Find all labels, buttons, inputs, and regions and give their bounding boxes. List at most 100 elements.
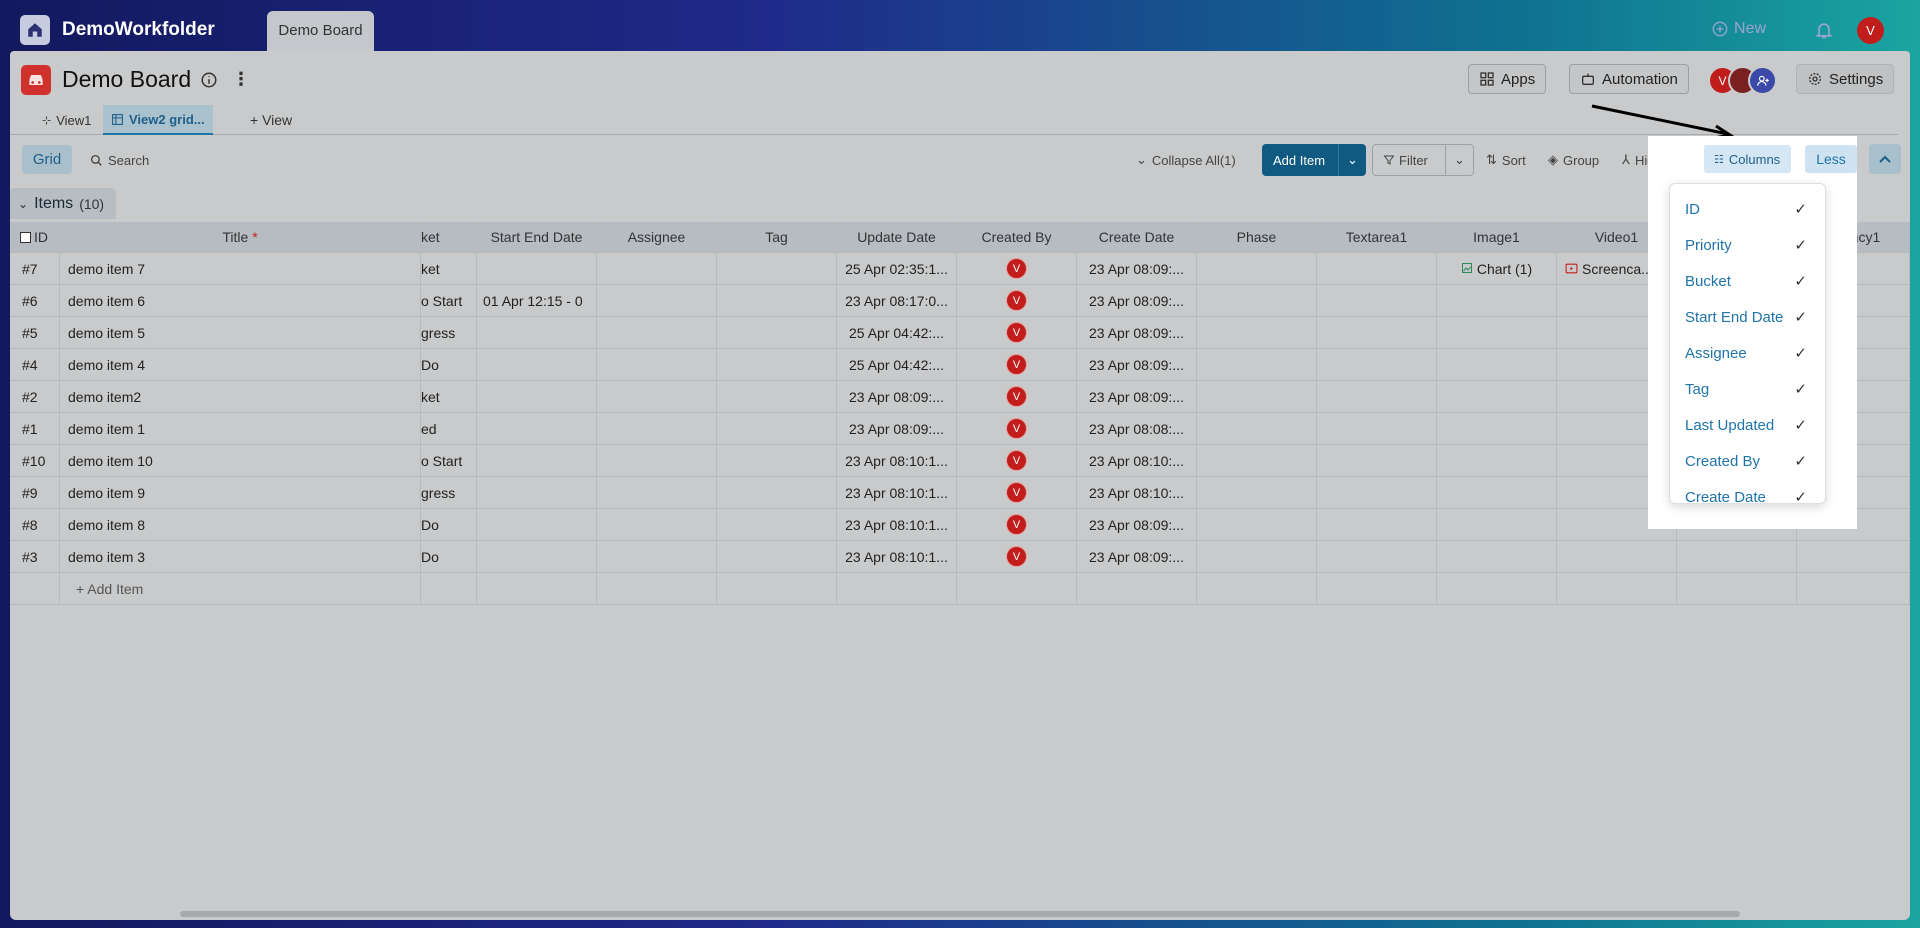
cell-image[interactable] xyxy=(1437,413,1557,444)
cell-by[interactable]: V xyxy=(957,477,1077,508)
column-toggle-item[interactable]: Last Updated ✓ xyxy=(1670,407,1825,443)
table-row[interactable]: #5 demo item 5 gress 25 Apr 04:42:... V 23 Ap… xyxy=(10,317,1910,349)
cell-by[interactable]: V xyxy=(957,541,1077,572)
cell-bucket[interactable]: Do xyxy=(421,509,477,540)
cell-tag[interactable] xyxy=(717,541,837,572)
add-member-icon[interactable] xyxy=(1748,66,1777,95)
cell-textarea[interactable] xyxy=(1317,381,1437,412)
cell-id[interactable]: #6 xyxy=(10,285,60,316)
cell-create[interactable]: 23 Apr 08:09:... xyxy=(1077,381,1197,412)
cell-assignee[interactable] xyxy=(597,253,717,284)
filter-button[interactable]: Filter ⌄ xyxy=(1372,144,1474,176)
cell-textarea[interactable] xyxy=(1317,349,1437,380)
creator-avatar[interactable]: V xyxy=(1006,418,1027,439)
creator-avatar[interactable]: V xyxy=(1006,354,1027,375)
header-create-date[interactable]: Create Date xyxy=(1077,222,1197,252)
cell-tag[interactable] xyxy=(717,317,837,348)
apps-button[interactable]: Apps xyxy=(1468,64,1547,94)
video-attachment[interactable]: Screenca... xyxy=(1582,261,1653,277)
add-item-button[interactable]: Add Item ⌄ xyxy=(1262,144,1366,176)
cell-start_end[interactable] xyxy=(477,413,597,444)
cell-id[interactable]: #5 xyxy=(10,317,60,348)
cell-textarea[interactable] xyxy=(1317,253,1437,284)
cell-id[interactable]: #9 xyxy=(10,477,60,508)
settings-button[interactable]: Settings xyxy=(1796,64,1895,94)
cell-phase[interactable] xyxy=(1197,541,1317,572)
cell-update[interactable]: 25 Apr 02:35:1... xyxy=(837,253,957,284)
cell-bucket[interactable]: gress xyxy=(421,477,477,508)
cell-textarea[interactable] xyxy=(1317,477,1437,508)
cell-id[interactable]: #3 xyxy=(10,541,60,572)
cell-by[interactable]: V xyxy=(957,445,1077,476)
header-assignee[interactable]: Assignee xyxy=(597,222,717,252)
less-button[interactable]: Less xyxy=(1805,145,1857,173)
columns-button[interactable]: ☷ Columns xyxy=(1704,145,1791,173)
table-row[interactable]: #9 demo item 9 gress 23 Apr 08:10:1... V 23 A… xyxy=(10,477,1910,509)
cell-create[interactable]: 23 Apr 08:09:... xyxy=(1077,285,1197,316)
column-toggle-item[interactable]: Tag ✓ xyxy=(1670,371,1825,407)
cell-start_end[interactable] xyxy=(477,477,597,508)
cell-phase[interactable] xyxy=(1197,413,1317,444)
cell-bucket[interactable]: ket xyxy=(421,381,477,412)
cell-bucket[interactable]: Do xyxy=(421,349,477,380)
column-toggle-item[interactable]: Created By ✓ xyxy=(1670,443,1825,479)
tab-demo-board[interactable]: Demo Board xyxy=(267,11,374,51)
table-row[interactable]: #7 demo item 7 ket 25 Apr 02:35:1... V 23 Apr… xyxy=(10,253,1910,285)
cell-image[interactable] xyxy=(1437,381,1557,412)
cell-bucket[interactable]: Do xyxy=(421,541,477,572)
header-start-end-date[interactable]: Start End Date xyxy=(477,222,597,252)
info-icon[interactable] xyxy=(200,71,218,92)
header-id[interactable]: ID xyxy=(10,222,60,252)
cell-image[interactable] xyxy=(1437,445,1557,476)
select-all-checkbox[interactable] xyxy=(20,231,31,243)
cell-assignee[interactable] xyxy=(597,509,717,540)
cell-assignee[interactable] xyxy=(597,413,717,444)
cell-create[interactable]: 23 Apr 08:09:... xyxy=(1077,541,1197,572)
image-attachment[interactable]: Chart (1) xyxy=(1477,261,1532,277)
cell-phase[interactable] xyxy=(1197,317,1317,348)
column-toggle-item[interactable]: Priority ✓ xyxy=(1670,227,1825,263)
more-options-icon[interactable]: ⋮ xyxy=(232,69,250,90)
header-created-by[interactable]: Created By xyxy=(957,222,1077,252)
add-item-link[interactable]: + Add Item xyxy=(60,573,421,604)
cell-update[interactable]: 23 Apr 08:10:1... xyxy=(837,477,957,508)
home-button[interactable] xyxy=(20,15,50,45)
cell-start_end[interactable] xyxy=(477,445,597,476)
cell-id[interactable]: #10 xyxy=(10,445,60,476)
creator-avatar[interactable]: V xyxy=(1006,546,1027,567)
cell-bucket[interactable]: o Start xyxy=(421,285,477,316)
cell-id[interactable]: #2 xyxy=(10,381,60,412)
cell-tag[interactable] xyxy=(717,349,837,380)
add-view-button[interactable]: + View xyxy=(242,105,300,135)
header-image1[interactable]: Image1 xyxy=(1437,222,1557,252)
table-row[interactable]: #10 demo item 10 o Start 23 Apr 08:10:1... V… xyxy=(10,445,1910,477)
cell-title[interactable]: demo item 4 xyxy=(60,349,421,380)
cell-tag[interactable] xyxy=(717,381,837,412)
cell-create[interactable]: 23 Apr 08:09:... xyxy=(1077,253,1197,284)
cell-bucket[interactable]: gress xyxy=(421,317,477,348)
cell-update[interactable]: 23 Apr 08:10:1... xyxy=(837,445,957,476)
cell-title[interactable]: demo item 7 xyxy=(60,253,421,284)
cell-image[interactable] xyxy=(1437,509,1557,540)
automation-button[interactable]: Automation xyxy=(1569,64,1689,94)
cell-phase[interactable] xyxy=(1197,253,1317,284)
cell-assignee[interactable] xyxy=(597,541,717,572)
cell-image[interactable] xyxy=(1437,477,1557,508)
cell-phase[interactable] xyxy=(1197,285,1317,316)
column-toggle-item[interactable]: Create Date ✓ xyxy=(1670,479,1825,504)
cell-assignee[interactable] xyxy=(597,445,717,476)
header-update-date[interactable]: Update Date xyxy=(837,222,957,252)
cell-assignee[interactable] xyxy=(597,381,717,412)
header-title[interactable]: Title * xyxy=(60,222,421,252)
cell-image[interactable] xyxy=(1437,349,1557,380)
creator-avatar[interactable]: V xyxy=(1006,258,1027,279)
cell-title[interactable]: demo item 8 xyxy=(60,509,421,540)
cell-textarea[interactable] xyxy=(1317,413,1437,444)
cell-tag[interactable] xyxy=(717,445,837,476)
cell-textarea[interactable] xyxy=(1317,445,1437,476)
cell-create[interactable]: 23 Apr 08:09:... xyxy=(1077,317,1197,348)
cell-phase[interactable] xyxy=(1197,349,1317,380)
cell-phase[interactable] xyxy=(1197,509,1317,540)
collapse-all-button[interactable]: ⌄ Collapse All(1) xyxy=(1136,144,1236,176)
cell-title[interactable]: demo item 1 xyxy=(60,413,421,444)
